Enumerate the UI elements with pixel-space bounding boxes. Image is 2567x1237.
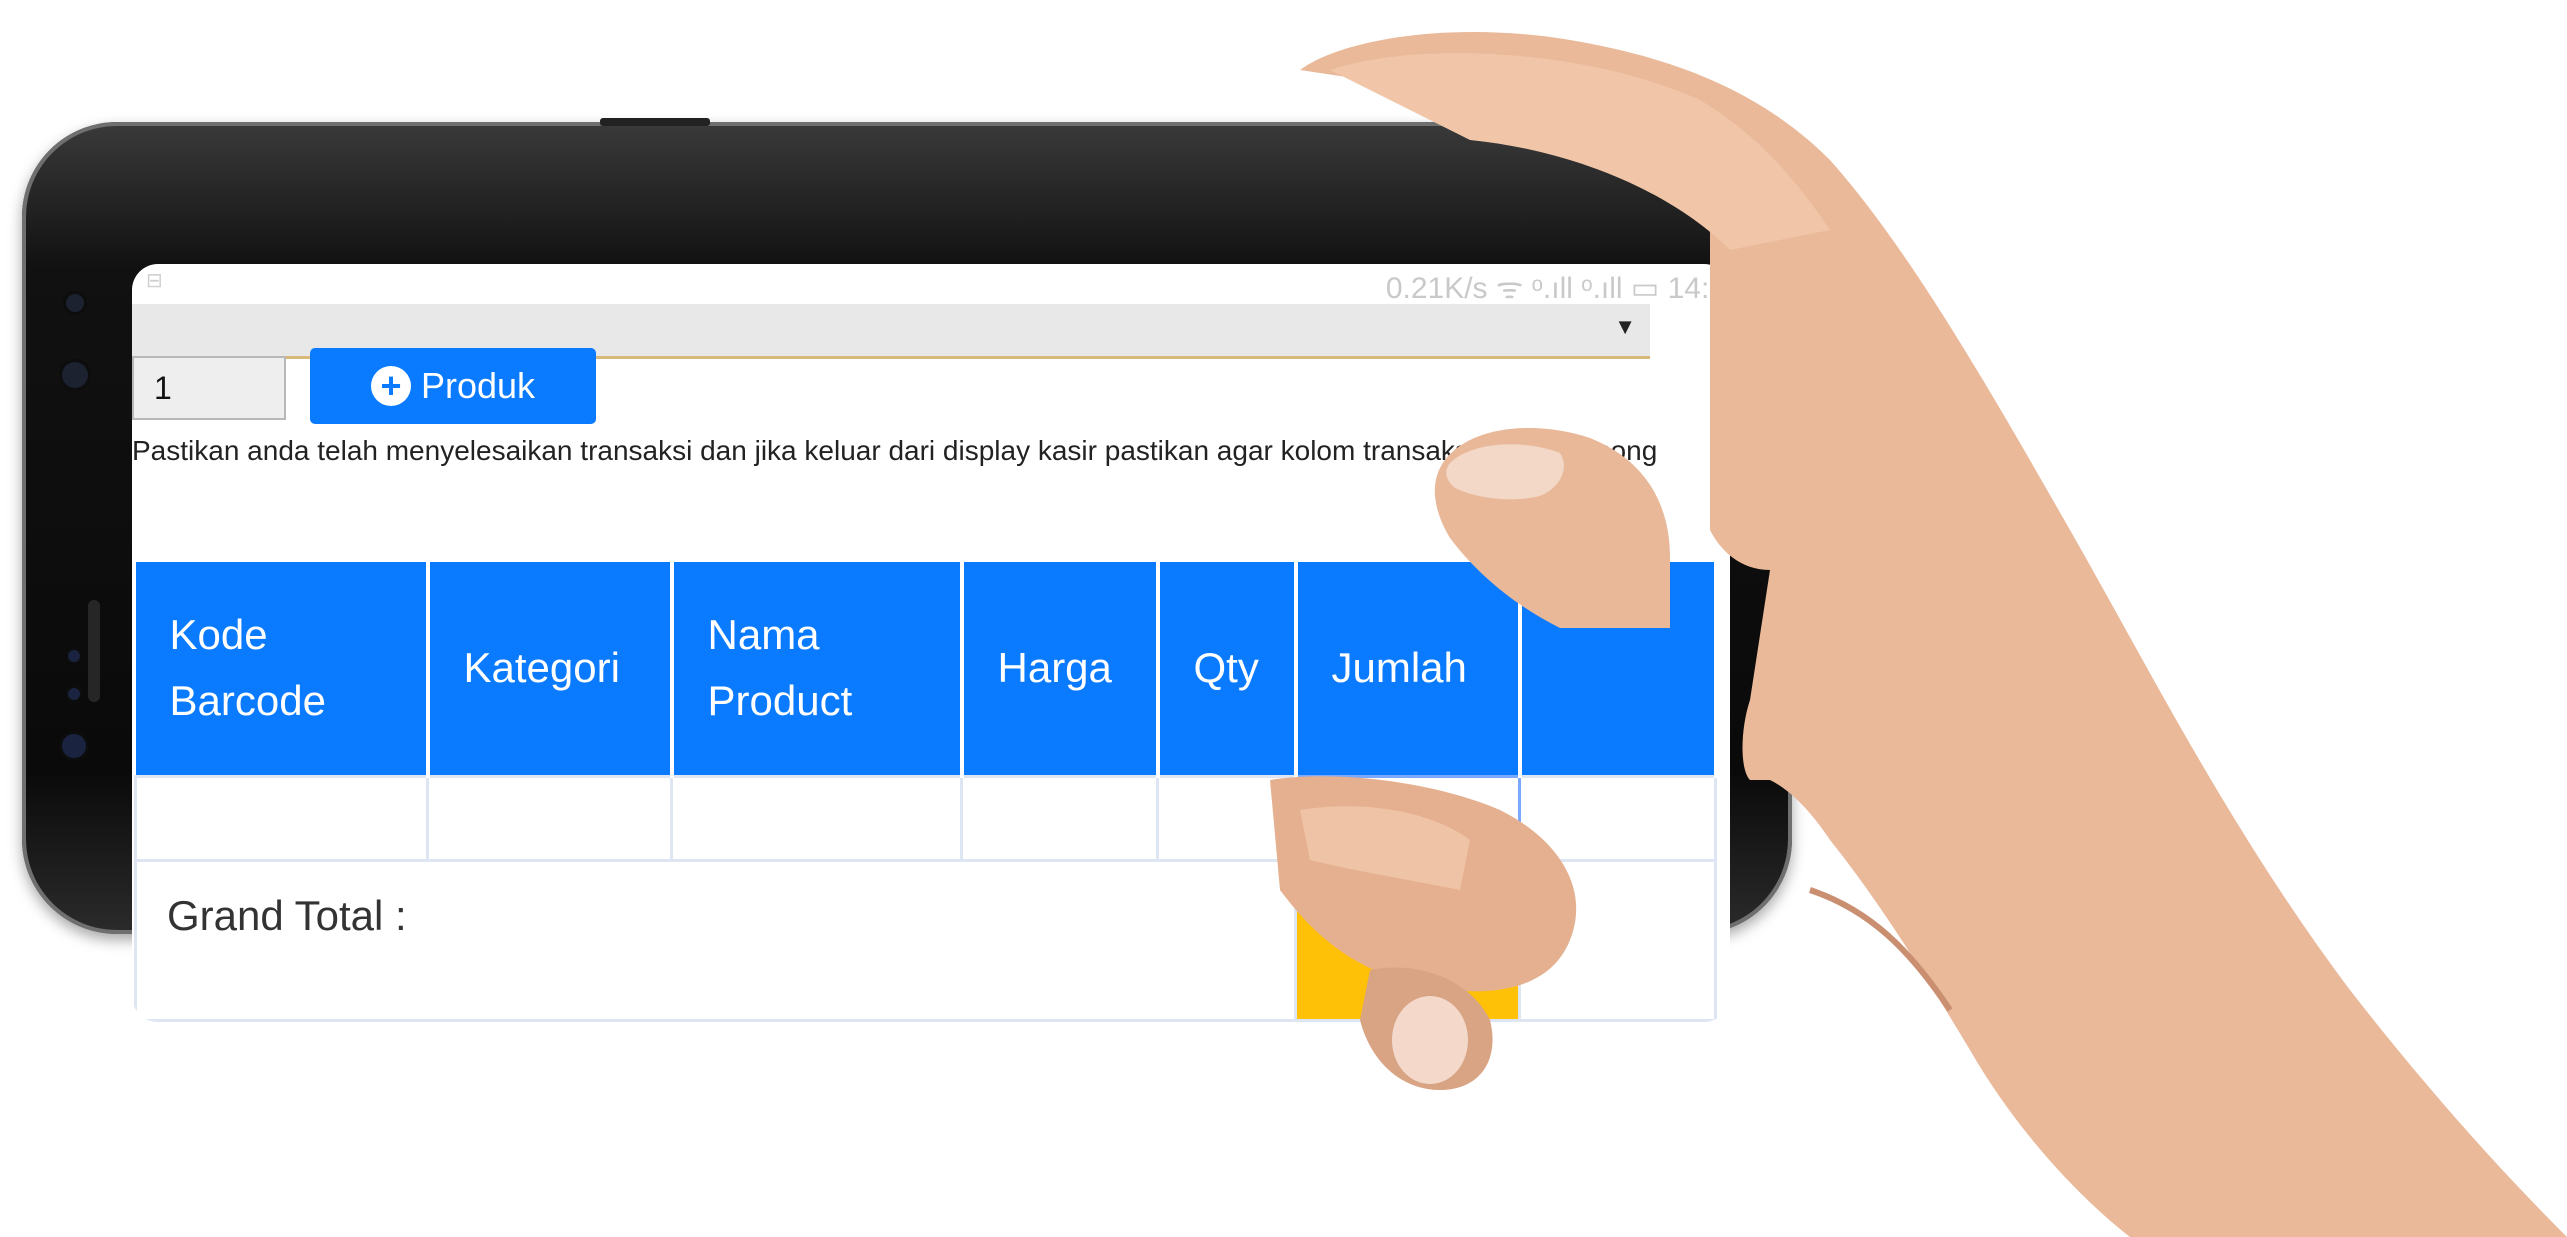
header-nama-product: Nama Product bbox=[671, 562, 964, 776]
add-product-button[interactable]: + Produk bbox=[310, 348, 596, 424]
grand-total-label: Grand Total : bbox=[134, 858, 1297, 1022]
sensor-icon bbox=[68, 650, 80, 662]
header-kategori: Kategori bbox=[427, 562, 674, 776]
hand-highlight bbox=[1330, 53, 1830, 250]
quantity-input[interactable]: 1 bbox=[132, 356, 286, 420]
camera-icon bbox=[66, 294, 84, 312]
iris-scanner-icon bbox=[62, 734, 86, 758]
thumb-image bbox=[1434, 428, 1670, 628]
table-cell bbox=[960, 774, 1159, 862]
table-cell bbox=[670, 774, 963, 862]
sensor-icon bbox=[68, 688, 80, 700]
header-kode-barcode: Kode Barcode bbox=[135, 562, 430, 776]
fingernail bbox=[1392, 996, 1468, 1084]
table-cell bbox=[134, 774, 429, 862]
plus-circle-icon: + bbox=[370, 366, 411, 406]
add-product-label: Produk bbox=[420, 365, 536, 406]
notification-icon: ⊟ bbox=[146, 270, 163, 292]
table-cell bbox=[426, 774, 673, 862]
header-harga: Harga bbox=[961, 562, 1160, 776]
speaker bbox=[88, 600, 100, 702]
camera-icon bbox=[62, 362, 88, 388]
volume-button bbox=[600, 118, 710, 126]
